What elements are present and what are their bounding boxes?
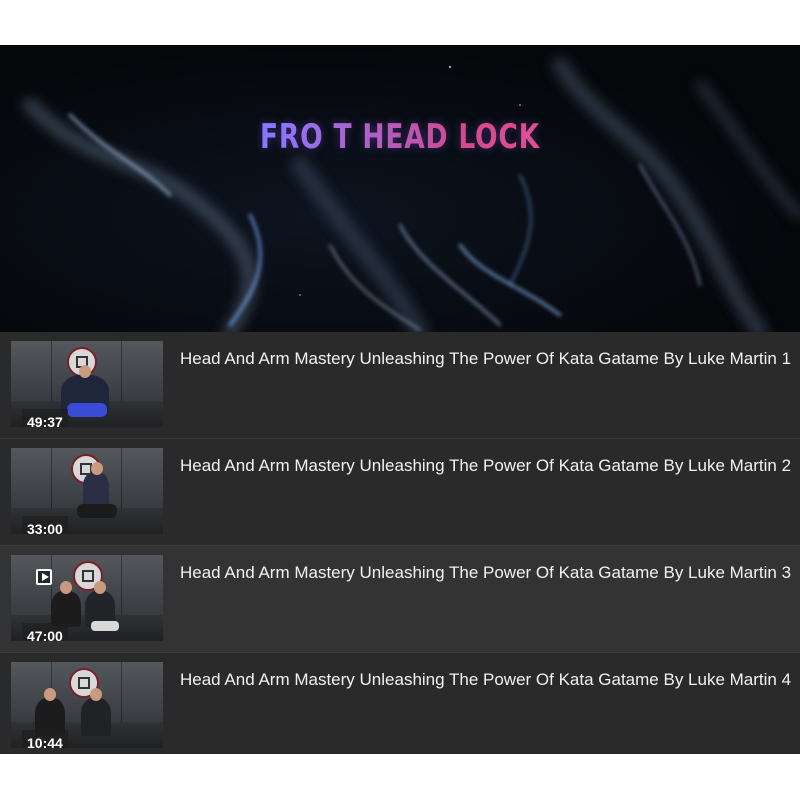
playlist: 49:37 Head And Arm Mastery Unleashing Th… (0, 332, 800, 754)
video-title[interactable]: Head And Arm Mastery Unleashing The Powe… (180, 349, 796, 369)
play-icon (36, 569, 52, 585)
video-thumbnail[interactable]: 10:44 (11, 662, 163, 748)
video-player[interactable]: FRO T HEAD LOCK (0, 45, 800, 332)
smoke-background (23, 57, 800, 332)
playlist-item[interactable]: 10:44 Head And Arm Mastery Unleashing Th… (0, 653, 800, 754)
playlist-item[interactable]: 49:37 Head And Arm Mastery Unleashing Th… (0, 332, 800, 439)
video-title[interactable]: Head And Arm Mastery Unleashing The Powe… (180, 456, 796, 476)
video-thumbnail[interactable]: 33:00 (11, 448, 163, 534)
video-thumbnail[interactable]: 49:37 (11, 341, 163, 427)
video-duration: 47:00 (22, 623, 68, 641)
video-duration: 10:44 (22, 730, 68, 748)
playlist-item[interactable]: 33:00 Head And Arm Mastery Unleashing Th… (0, 439, 800, 546)
video-duration: 33:00 (22, 516, 68, 534)
video-title[interactable]: Head And Arm Mastery Unleashing The Powe… (180, 670, 796, 690)
video-title-art: FRO T HEAD LOCK (88, 117, 712, 157)
video-title[interactable]: Head And Arm Mastery Unleashing The Powe… (180, 563, 796, 583)
video-duration: 49:37 (22, 409, 68, 427)
video-thumbnail[interactable]: 47:00 (11, 555, 163, 641)
playlist-item-current[interactable]: 47:00 Head And Arm Mastery Unleashing Th… (0, 546, 800, 653)
